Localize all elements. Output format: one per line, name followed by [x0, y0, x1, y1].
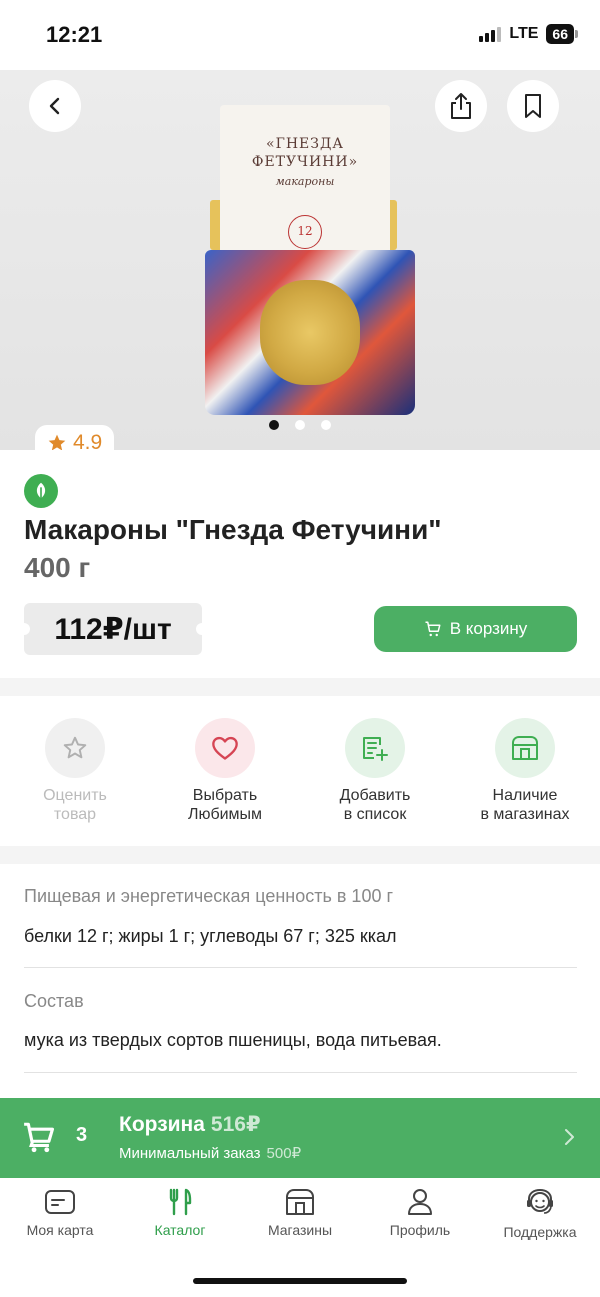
package-brand: «ГНЕЗДА ФЕТУЧИНИ» [251, 136, 359, 170]
add-to-list-icon [345, 718, 405, 778]
back-button[interactable] [29, 80, 81, 132]
carousel-dot[interactable] [295, 420, 305, 430]
product-info: Макароны "Гнезда Фетучини" 400 г 112₽/шт… [0, 450, 600, 678]
support-icon [527, 1188, 553, 1214]
tab-label: Поддержка [503, 1224, 577, 1240]
product-image-carousel[interactable]: «ГНЕЗДА ФЕТУЧИНИ» макароны 12 [0, 70, 600, 450]
tab-label: Профиль [389, 1222, 451, 1238]
section-separator [0, 846, 600, 864]
catalog-icon [169, 1188, 192, 1216]
chevron-left-icon [49, 97, 60, 115]
tab-label: Каталог [154, 1222, 206, 1238]
rate-product-button[interactable]: Оценить товар [0, 696, 150, 846]
add-to-list-button[interactable]: Добавить в список [300, 696, 450, 846]
action-label: Добавить в список [339, 787, 411, 823]
status-bar: 12:21 LTE 66 [0, 0, 600, 70]
product-title: Макароны "Гнезда Фетучини" [24, 514, 442, 545]
status-time: 12:21 [46, 22, 103, 47]
tab-label: Моя карта [26, 1222, 94, 1238]
cart-title-row: Корзина 516₽ [119, 1112, 261, 1137]
divider [24, 967, 577, 968]
action-label: Наличие в магазинах [480, 787, 570, 823]
status-indicators: LTE 66 [479, 24, 578, 44]
nutrition-text: белки 12 г; жиры 1 г; углеводы 67 г; 325… [24, 926, 397, 946]
product-weight: 400 г [24, 552, 91, 583]
bookmark-button[interactable] [507, 80, 559, 132]
tab-profile[interactable]: Профиль [360, 1188, 480, 1238]
package-subtitle: макароны [275, 175, 335, 188]
cart-icon [24, 1122, 55, 1153]
tab-catalog[interactable]: Каталог [120, 1188, 240, 1238]
tab-stores[interactable]: Магазины [240, 1188, 360, 1238]
nutrition-heading: Пищевая и энергетическая ценность в 100 … [24, 886, 394, 906]
min-order-label: Минимальный заказ [119, 1145, 261, 1162]
product-actions: Оценить товар Выбрать Любимым Добавить в… [0, 696, 600, 846]
composition-heading: Состав [24, 991, 84, 1011]
profile-icon [408, 1189, 432, 1215]
composition-text: мука из твердых сортов пшеницы, вода пит… [24, 1030, 442, 1050]
network-type: LTE [509, 25, 539, 42]
carousel-dot[interactable] [269, 420, 279, 430]
cart-count: 3 [76, 1124, 88, 1146]
signal-icon [479, 26, 502, 42]
min-order-value: 500₽ [266, 1145, 302, 1162]
cart-total: 516₽ [210, 1113, 261, 1136]
cart-title: Корзина [119, 1113, 205, 1136]
min-order-row: Минимальный заказ 500₽ [119, 1144, 301, 1162]
share-icon [451, 93, 471, 119]
card-icon [45, 1190, 75, 1214]
choose-favorite-button[interactable]: Выбрать Любимым [150, 696, 300, 846]
share-button[interactable] [435, 80, 487, 132]
add-to-cart-label: В корзину [449, 619, 528, 638]
add-to-cart-button[interactable]: В корзину [374, 606, 577, 652]
tab-my-card[interactable]: Моя карта [0, 1188, 120, 1238]
bookmark-icon [525, 94, 541, 118]
home-indicator[interactable] [193, 1278, 407, 1284]
tab-label: Магазины [267, 1222, 333, 1238]
store-icon [286, 1189, 314, 1215]
product-photo: «ГНЕЗДА ФЕТУЧИНИ» макароны 12 [205, 105, 415, 415]
section-separator [0, 678, 600, 696]
noodle-window [260, 280, 360, 385]
chevron-right-icon [565, 1129, 574, 1145]
battery-icon: 66 [546, 24, 578, 44]
tab-support[interactable]: Поддержка [480, 1188, 600, 1240]
cart-icon [425, 621, 441, 637]
heart-icon [195, 718, 255, 778]
eco-leaf-icon [24, 474, 58, 508]
price-tag: 112₽/шт [18, 603, 208, 655]
star-icon [45, 718, 105, 778]
cart-bar[interactable]: 3 Корзина 516₽ Минимальный заказ 500₽ [0, 1098, 600, 1178]
package-seal: 12 [288, 215, 322, 249]
store-icon [495, 718, 555, 778]
store-availability-button[interactable]: Наличие в магазинах [450, 696, 600, 846]
action-label: Оценить товар [43, 787, 107, 823]
carousel-dot[interactable] [321, 420, 331, 430]
action-label: Выбрать Любимым [187, 787, 263, 823]
divider [24, 1072, 577, 1073]
